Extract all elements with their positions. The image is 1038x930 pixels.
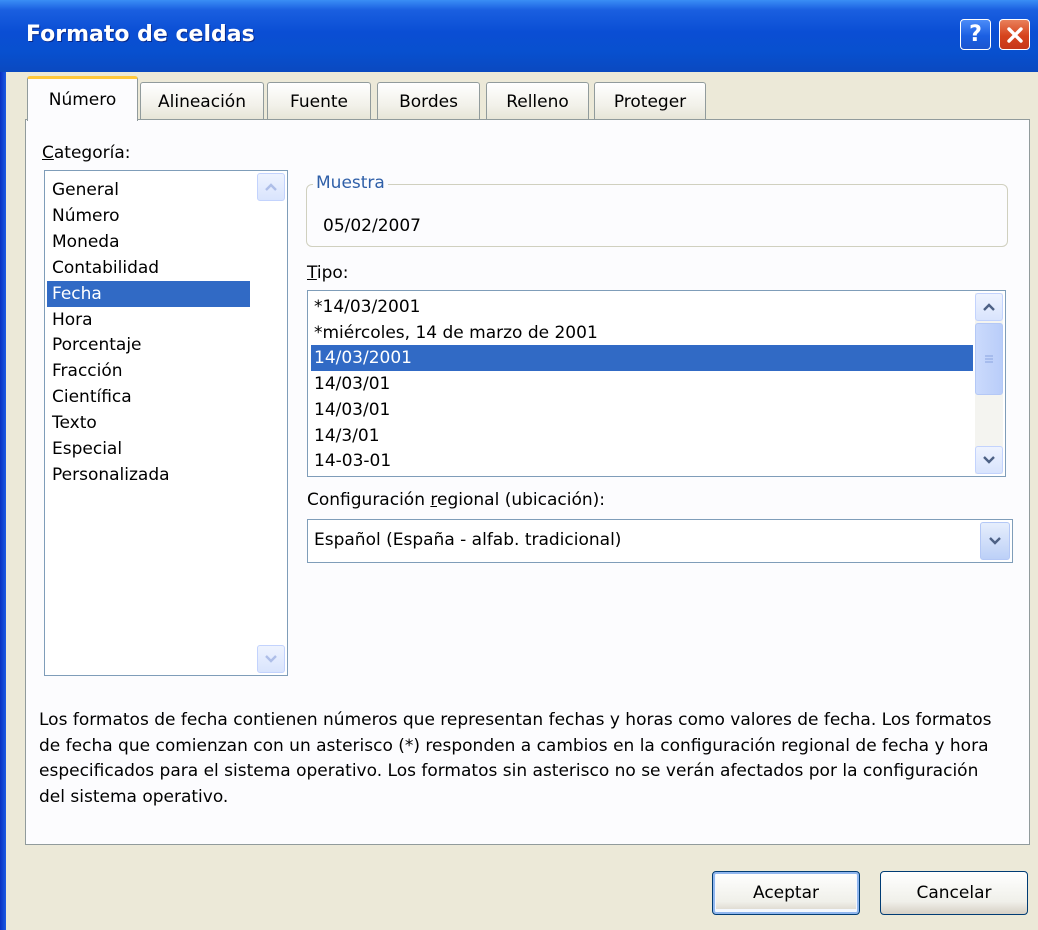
tab-fuente[interactable]: Fuente [267,82,371,120]
tipo-item[interactable]: 14/3/01 [311,423,973,449]
category-scrollbar[interactable] [257,173,285,673]
tipo-item[interactable]: 14-03-01 [311,448,973,474]
help-icon: ? [969,22,982,47]
tab-numero[interactable]: Número [27,76,138,121]
category-item[interactable]: Especial [47,436,250,462]
close-icon [1006,26,1023,43]
category-item[interactable]: Personalizada [47,462,250,488]
category-label: Categoría: [42,143,130,163]
tipo-label: Tipo: [307,263,349,283]
category-item[interactable]: Moneda [47,229,250,255]
scroll-down-icon [983,456,995,464]
tab-label: Relleno [506,91,569,112]
category-item[interactable]: Porcentaje [47,332,250,358]
category-item[interactable]: Científica [47,384,250,410]
scroll-down-icon [265,655,277,663]
ok-button-label: Aceptar [753,883,819,903]
scroll-up-button[interactable] [975,293,1003,321]
category-list[interactable]: General Número Moneda Contabilidad Fecha Hora… [44,170,288,676]
cancel-button[interactable]: Cancelar [880,871,1028,915]
scroll-up-icon [983,303,995,311]
format-description: Los formatos de fecha contienen números … [39,710,992,807]
scroll-thumb[interactable] [975,323,1003,395]
tab-label: Fuente [290,91,348,112]
tipo-label-text: Tipo: [307,263,349,283]
category-item[interactable]: Número [47,203,250,229]
tipo-item[interactable]: 14/03/01 [311,397,973,423]
tab-proteger[interactable]: Proteger [594,82,706,120]
tab-relleno[interactable]: Relleno [486,82,589,120]
scroll-down-button[interactable] [257,645,285,673]
tab-label: Alineación [158,91,246,112]
tab-label: Bordes [399,91,458,112]
category-item[interactable]: Fracción [47,358,250,384]
close-button[interactable] [999,19,1030,50]
window-frame-left [0,72,6,930]
tab-label: Proteger [613,91,687,112]
ok-button[interactable]: Aceptar [712,871,860,915]
scroll-grip-icon [985,355,993,363]
tipo-item[interactable]: *miércoles, 14 de marzo de 2001 [311,320,973,346]
tab-alineacion[interactable]: Alineación [140,82,264,120]
cancel-button-label: Cancelar [916,883,992,903]
dropdown-arrow-icon [989,537,1001,545]
tipo-scrollbar[interactable] [975,293,1003,474]
locale-dropdown-button[interactable] [980,522,1010,560]
tipo-item[interactable]: *14/03/2001 [311,294,973,320]
tab-bordes[interactable]: Bordes [377,82,480,120]
tab-label: Número [48,90,117,110]
category-label-text: Categoría: [42,143,131,163]
tipo-item[interactable]: 14/03/01 [311,371,973,397]
help-button[interactable]: ? [960,19,991,50]
category-item[interactable]: Fecha [47,280,250,307]
tipo-list[interactable]: *14/03/2001 *miércoles, 14 de marzo de 20… [307,290,1006,477]
sample-value: 05/02/2007 [323,216,421,236]
locale-value: Español (España - alfab. tradicional) [314,530,622,550]
locale-label-text: Configuración regional (ubicación): [307,490,605,510]
scroll-up-icon [265,183,277,191]
category-item[interactable]: Texto [47,410,250,436]
locale-select[interactable]: Español (España - alfab. tradicional) [307,519,1013,563]
category-item[interactable]: Contabilidad [47,255,250,281]
scroll-down-button[interactable] [975,446,1003,474]
category-item[interactable]: General [47,177,250,203]
scroll-up-button[interactable] [257,173,285,201]
category-item[interactable]: Hora [47,307,250,333]
locale-label: Configuración regional (ubicación): [307,490,605,510]
sample-label: Muestra [313,173,388,193]
title-bar[interactable]: Formato de celdas ? [0,0,1038,72]
tipo-item[interactable]: 14/03/2001 [310,344,974,373]
window-title: Formato de celdas [26,22,255,47]
